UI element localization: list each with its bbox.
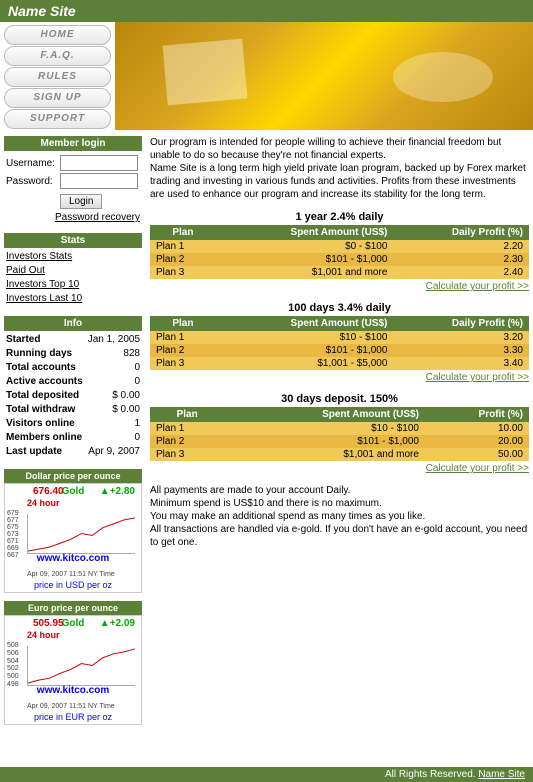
calculate-profit-link[interactable]: Calculate your profit >> xyxy=(150,372,529,383)
calculate-profit-link[interactable]: Calculate your profit >> xyxy=(150,281,529,292)
intro-text: Our program is intended for people willi… xyxy=(150,136,529,201)
info-row: Total withdraw$ 0.00 xyxy=(6,403,140,417)
chart-date: Apr 09, 2007 11:51 NY Time xyxy=(27,703,115,710)
chart-delta: ▲+2.80 xyxy=(100,486,135,497)
password-label: Password: xyxy=(6,176,60,187)
table-row: Plan 3$1,001 - $5,0003.40 xyxy=(150,357,529,370)
chart-kitco: www.kitco.com xyxy=(37,553,109,564)
username-label: Username: xyxy=(6,158,60,169)
info-row: Members online0 xyxy=(6,431,140,445)
nav-rules[interactable]: RULES xyxy=(4,67,111,87)
chart-price: 505.95 xyxy=(33,618,64,629)
login-button[interactable]: Login xyxy=(60,194,102,209)
info-row: StartedJan 1, 2005 xyxy=(6,333,140,347)
info-title: Info xyxy=(4,316,142,331)
table-row: Plan 2$101 - $1,00020.00 xyxy=(150,435,529,448)
chart-gold-label: Gold xyxy=(62,618,85,629)
banner-image xyxy=(115,22,533,130)
table-row: Plan 3$1,001 and more2.40 xyxy=(150,266,529,279)
plan-table: PlanSpent Amount (US$)Profit (%)Plan 1$1… xyxy=(150,407,529,461)
nav-support[interactable]: SUPPORT xyxy=(4,109,111,129)
login-panel: Member login Username: Password: Login P… xyxy=(4,136,142,225)
chart-date: Apr 09, 2007 11:51 NY Time xyxy=(27,571,115,578)
plan-title: 30 days deposit. 150% xyxy=(150,393,529,405)
chart-kitco: www.kitco.com xyxy=(37,685,109,696)
nav-home[interactable]: HOME xyxy=(4,25,111,45)
table-row: Plan 3$1,001 and more50.00 xyxy=(150,448,529,461)
info-row: Active accounts0 xyxy=(6,375,140,389)
stats-link[interactable]: Investors Stats xyxy=(6,250,140,264)
plan-title: 100 days 3.4% daily xyxy=(150,302,529,314)
footer: All Rights Reserved. Name Site xyxy=(0,767,533,782)
plan-title: 1 year 2.4% daily xyxy=(150,211,529,223)
stats-link[interactable]: Investors Last 10 xyxy=(6,292,140,306)
password-input[interactable] xyxy=(60,173,138,189)
stats-title: Stats xyxy=(4,233,142,248)
nav-signup[interactable]: SIGN UP xyxy=(4,88,111,108)
info-row: Visitors online1 xyxy=(6,417,140,431)
payment-info: All payments are made to your account Da… xyxy=(150,484,529,549)
calculate-profit-link[interactable]: Calculate your profit >> xyxy=(150,463,529,474)
stats-panel: Stats Investors Stats Paid Out Investors… xyxy=(4,233,142,308)
password-recovery-link[interactable]: Password recovery xyxy=(6,212,140,223)
chart-eur: Euro price per ounce 24 hour Gold 505.95… xyxy=(4,601,142,725)
chart-label: 24 hour xyxy=(27,498,60,508)
chart-usd-title: Dollar price per ounce xyxy=(4,469,142,483)
chart-gold-label: Gold xyxy=(62,486,85,497)
table-row: Plan 1$10 - $10010.00 xyxy=(150,422,529,435)
plan-table: PlanSpent Amount (US$)Daily Profit (%)Pl… xyxy=(150,225,529,279)
table-row: Plan 2$101 - $1,0002.30 xyxy=(150,253,529,266)
nav: HOME F.A.Q. RULES SIGN UP SUPPORT xyxy=(0,22,115,132)
info-row: Total deposited$ 0.00 xyxy=(6,389,140,403)
chart-eur-title: Euro price per ounce xyxy=(4,601,142,615)
chart-delta: ▲+2.09 xyxy=(100,618,135,629)
table-row: Plan 1$10 - $1003.20 xyxy=(150,331,529,344)
site-title: Name Site xyxy=(0,0,533,22)
chart-caption: price in EUR per oz xyxy=(34,712,112,722)
plan-table: PlanSpent Amount (US$)Daily Profit (%)Pl… xyxy=(150,316,529,370)
info-row: Total accounts0 xyxy=(6,361,140,375)
info-row: Last updateApr 9, 2007 xyxy=(6,445,140,459)
login-title: Member login xyxy=(4,136,142,151)
stats-link[interactable]: Paid Out xyxy=(6,264,140,278)
username-input[interactable] xyxy=(60,155,138,171)
chart-caption: price in USD per oz xyxy=(34,580,112,590)
chart-usd: Dollar price per ounce 24 hour Gold 676.… xyxy=(4,469,142,593)
footer-link[interactable]: Name Site xyxy=(478,769,525,780)
nav-faq[interactable]: F.A.Q. xyxy=(4,46,111,66)
table-row: Plan 2$101 - $1,0003.30 xyxy=(150,344,529,357)
stats-link[interactable]: Investors Top 10 xyxy=(6,278,140,292)
info-panel: Info StartedJan 1, 2005Running days828To… xyxy=(4,316,142,461)
table-row: Plan 1$0 - $1002.20 xyxy=(150,240,529,253)
info-row: Running days828 xyxy=(6,347,140,361)
chart-label: 24 hour xyxy=(27,630,60,640)
chart-price: 676.40 xyxy=(33,486,64,497)
